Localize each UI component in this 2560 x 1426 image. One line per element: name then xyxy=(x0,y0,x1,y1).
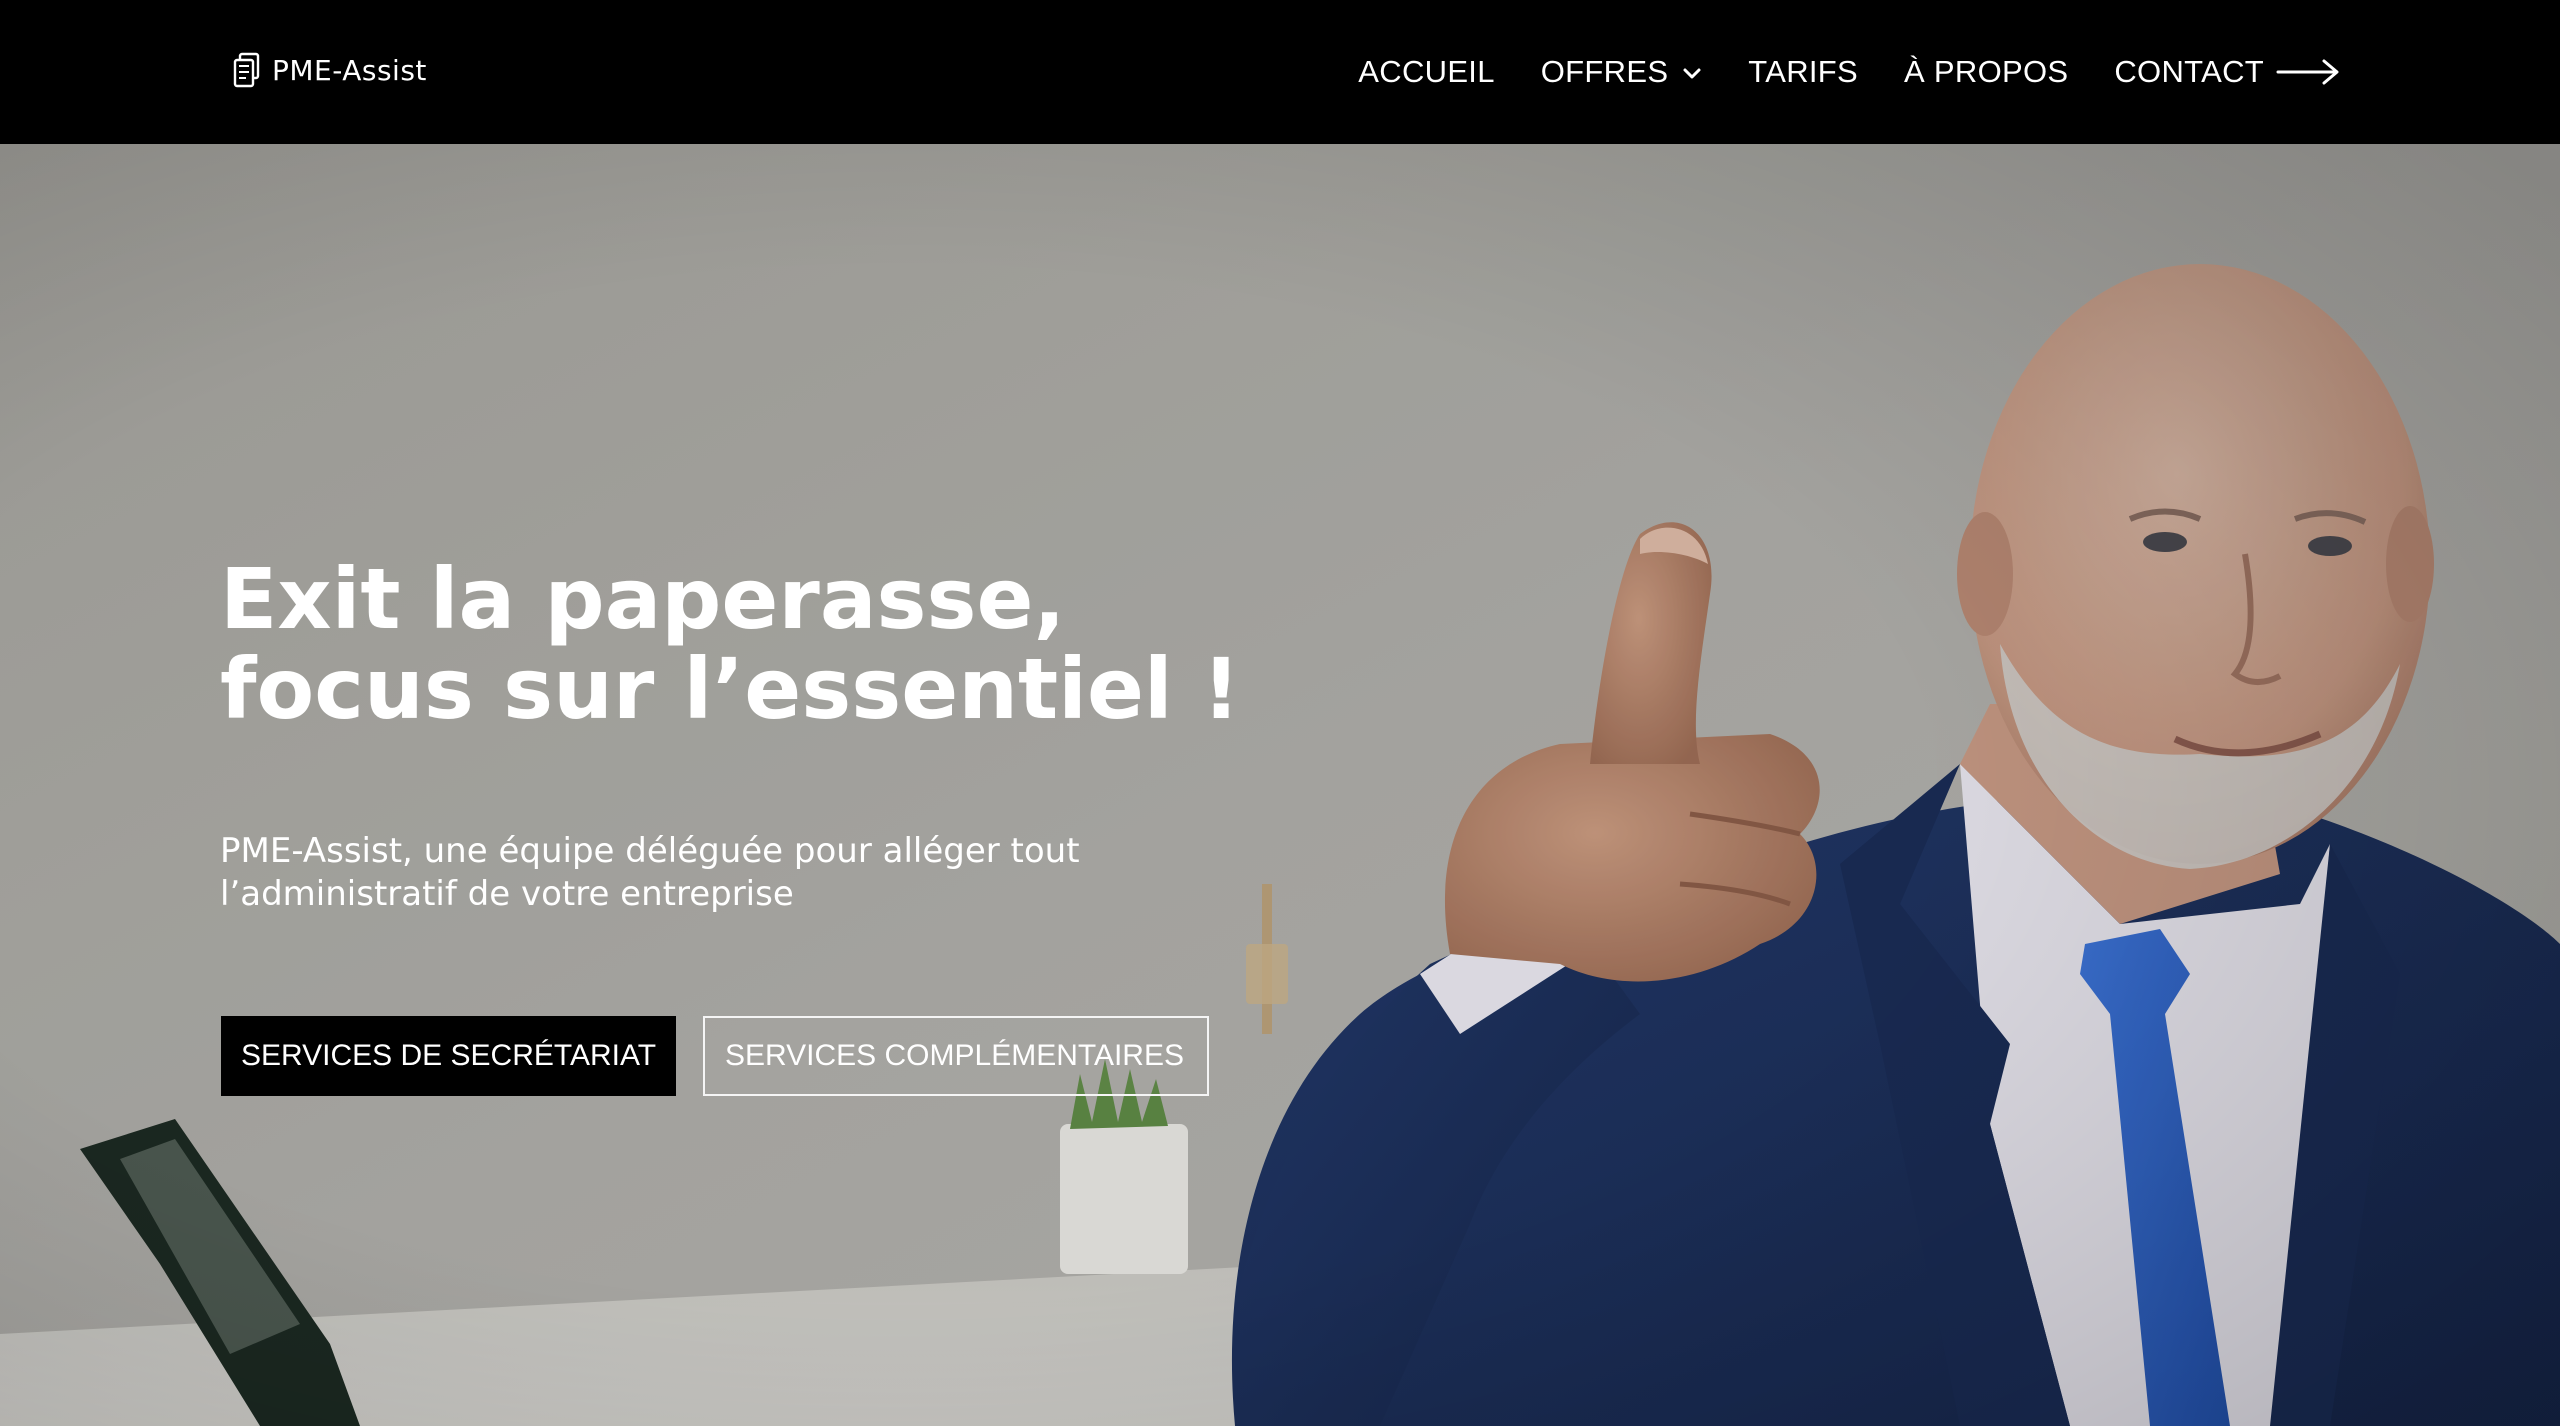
button-label: SERVICES COMPLÉMENTAIRES xyxy=(725,1039,1184,1072)
nav-label: À PROPOS xyxy=(1904,54,2069,89)
brand-name: PME-Assist xyxy=(272,53,427,87)
nav-item-a-propos[interactable]: À PROPOS xyxy=(1904,54,2068,90)
long-arrow-right-icon xyxy=(2276,59,2339,85)
nav-item-accueil[interactable]: ACCUEIL xyxy=(1358,54,1494,90)
hero-headline-line-1: Exit la paperasse, xyxy=(220,550,1066,648)
button-label: SERVICES DE SECRÉTARIAT xyxy=(241,1039,657,1072)
nav-item-tarifs[interactable]: TARIFS xyxy=(1748,54,1858,90)
hero-subtitle: PME-Assist, une équipe déléguée pour all… xyxy=(220,830,1220,916)
hero-headline-line-2: focus sur l’essentiel ! xyxy=(220,640,1241,738)
hero-subtitle-line-2: l’administratif de votre entreprise xyxy=(220,874,794,914)
nav-label: ACCUEIL xyxy=(1358,54,1495,89)
nav-label: CONTACT xyxy=(2114,54,2264,89)
main-navigation: ACCUEIL OFFRES TARIFS À PROPOS CONTACT xyxy=(1358,0,2340,144)
hero-subtitle-line-1: PME-Assist, une équipe déléguée pour all… xyxy=(220,831,1080,871)
nav-item-offres[interactable]: OFFRES xyxy=(1541,54,1703,90)
chevron-down-icon xyxy=(1683,68,1701,79)
nav-label: TARIFS xyxy=(1748,54,1859,89)
complementary-services-button[interactable]: SERVICES COMPLÉMENTAIRES xyxy=(703,1016,1209,1096)
brand-logo-link[interactable]: PME-Assist xyxy=(232,52,427,88)
documents-icon xyxy=(233,52,260,88)
secretariat-services-button[interactable]: SERVICES DE SECRÉTARIAT xyxy=(221,1016,676,1096)
top-navbar: PME-Assist ACCUEIL OFFRES TARIFS À PROPO… xyxy=(0,0,2560,144)
nav-item-contact[interactable]: CONTACT xyxy=(2114,54,2340,90)
hero-section: Exit la paperasse, focus sur l’essentiel… xyxy=(0,144,2560,1426)
nav-label: OFFRES xyxy=(1540,54,1669,89)
hero-headline: Exit la paperasse, focus sur l’essentiel… xyxy=(220,554,1240,734)
hero-background-photo xyxy=(0,144,2560,1426)
